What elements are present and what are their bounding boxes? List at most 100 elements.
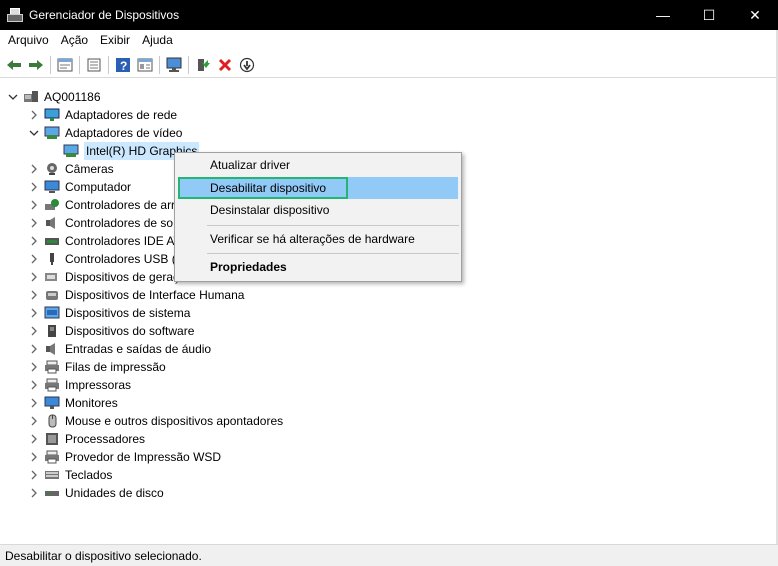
- title-bar: Gerenciador de Dispositivos — ☐ ✕: [0, 0, 778, 30]
- ctx-scan-hardware[interactable]: Verificar se há alterações de hardware: [178, 228, 458, 250]
- maximize-button[interactable]: ☐: [686, 0, 732, 30]
- tree-item-cameras[interactable]: Câmeras: [28, 160, 114, 178]
- tree-root-label: AQ001186: [44, 90, 101, 104]
- forward-icon[interactable]: [25, 54, 47, 76]
- tree-item-filas-de-impressao[interactable]: Filas de impressão: [28, 358, 166, 376]
- update-driver-icon[interactable]: [192, 54, 214, 76]
- chevron-right-icon[interactable]: [28, 109, 40, 121]
- tree-item-label: Mouse e outros dispositivos apontadores: [65, 414, 284, 428]
- sound-controller-icon: [44, 216, 60, 230]
- network-icon: [44, 108, 60, 122]
- chevron-right-icon[interactable]: [28, 289, 40, 301]
- keyboard-icon: [44, 468, 60, 482]
- tree-item-dispositivos-do-software[interactable]: Dispositivos do software: [28, 322, 194, 340]
- tree-item-unidades-de-disco[interactable]: Unidades de disco: [28, 484, 164, 502]
- tree-item-dispositivos-de-interface-humana[interactable]: Dispositivos de Interface Humana: [28, 286, 244, 304]
- menu-bar: Arquivo Ação Exibir Ajuda: [0, 30, 778, 51]
- chevron-right-icon[interactable]: [28, 325, 40, 337]
- chevron-down-icon[interactable]: [7, 91, 19, 103]
- tree-item-label: Dispositivos do software: [65, 324, 195, 338]
- tree-item-label: Entradas e saídas de áudio: [65, 342, 212, 356]
- tree-item-entradas-e-saidas-de-audio[interactable]: Entradas e saídas de áudio: [28, 340, 211, 358]
- tree-item-impressoras[interactable]: Impressoras: [28, 376, 131, 394]
- tree-item-mouse-e-outros-dispositivos-apontadores[interactable]: Mouse e outros dispositivos apontadores: [28, 412, 283, 430]
- close-button[interactable]: ✕: [732, 0, 778, 30]
- chevron-right-icon[interactable]: [28, 199, 40, 211]
- audio-icon: [44, 342, 60, 356]
- tree-item-dispositivos-de-gerac[interactable]: Dispositivos de geraç: [28, 268, 179, 286]
- tree-root[interactable]: AQ001186: [7, 88, 101, 106]
- menu-exibir[interactable]: Exibir: [94, 30, 136, 51]
- ctx-uninstall-device-label: Desinstalar dispositivo: [210, 203, 330, 217]
- ctx-update-driver-label: Atualizar driver: [210, 158, 291, 172]
- chevron-right-icon[interactable]: [28, 307, 40, 319]
- chevron-right-icon[interactable]: [28, 235, 40, 247]
- tree-item-label: Câmeras: [65, 162, 114, 176]
- tree-item-adaptadores-de-video[interactable]: Adaptadores de vídeo: [28, 124, 182, 142]
- chevron-right-icon[interactable]: [28, 163, 40, 175]
- tree-item-controladores-de-arr[interactable]: Controladores de arr: [28, 196, 175, 214]
- chevron-right-icon[interactable]: [28, 451, 40, 463]
- chevron-right-icon[interactable]: [28, 361, 40, 373]
- hid-icon: [44, 288, 60, 302]
- chevron-right-icon[interactable]: [28, 433, 40, 445]
- tree-item-controladores-ide-at[interactable]: Controladores IDE AT: [28, 232, 181, 250]
- device-tree: AQ001186 Adaptadores de rede Adaptadores …: [0, 79, 778, 544]
- tree-item-label: Dispositivos de Interface Humana: [65, 288, 245, 302]
- tree-item-computador[interactable]: Computador: [28, 178, 131, 196]
- ctx-disable-device[interactable]: Desabilitar dispositivo: [178, 177, 458, 199]
- svg-text:?: ?: [120, 59, 127, 73]
- tree-item-label: Controladores de so: [65, 216, 174, 230]
- properties-icon[interactable]: [54, 54, 76, 76]
- help-icon[interactable]: ?: [112, 54, 134, 76]
- chevron-right-icon[interactable]: [28, 487, 40, 499]
- tree-item-label: Unidades de disco: [65, 486, 164, 500]
- tree-item-provedor-de-impressao-wsd[interactable]: Provedor de Impressão WSD: [28, 448, 221, 466]
- chevron-right-icon[interactable]: [28, 415, 40, 427]
- tree-item-label: Controladores USB (l: [65, 252, 179, 266]
- chevron-right-icon[interactable]: [28, 397, 40, 409]
- tree-item-label: Adaptadores de rede: [65, 108, 178, 122]
- storage-controller-icon: [44, 198, 60, 212]
- minimize-button[interactable]: —: [640, 0, 686, 30]
- tree-item-teclados[interactable]: Teclados: [28, 466, 112, 484]
- tree-item-label: Computador: [65, 180, 132, 194]
- software-device-icon: [44, 324, 60, 338]
- print-queue-icon: [44, 360, 60, 374]
- chevron-down-icon[interactable]: [28, 127, 40, 139]
- chevron-right-icon[interactable]: [28, 253, 40, 265]
- disable-icon[interactable]: [236, 54, 258, 76]
- show-hidden-icon[interactable]: [83, 54, 105, 76]
- uninstall-icon[interactable]: [214, 54, 236, 76]
- menu-acao[interactable]: Ação: [55, 30, 94, 51]
- monitor-icon[interactable]: [163, 54, 185, 76]
- imaging-icon: [44, 270, 60, 284]
- back-icon[interactable]: [3, 54, 25, 76]
- chevron-right-icon[interactable]: [28, 379, 40, 391]
- chevron-right-icon[interactable]: [28, 181, 40, 193]
- view-icon[interactable]: [134, 54, 156, 76]
- chevron-right-icon[interactable]: [28, 469, 40, 481]
- chevron-right-icon[interactable]: [28, 343, 40, 355]
- device-manager-icon: [7, 7, 23, 23]
- tree-item-label: Dispositivos de geraç: [65, 270, 180, 284]
- ctx-uninstall-device[interactable]: Desinstalar dispositivo: [178, 199, 458, 221]
- toolbar: ?: [0, 52, 778, 78]
- camera-icon: [44, 162, 60, 176]
- tree-item-controladores-usb-l[interactable]: Controladores USB (l: [28, 250, 178, 268]
- chevron-right-icon[interactable]: [28, 271, 40, 283]
- tree-item-label: Impressoras: [65, 378, 132, 392]
- menu-ajuda[interactable]: Ajuda: [136, 30, 179, 51]
- tree-item-monitores[interactable]: Monitores: [28, 394, 118, 412]
- tree-item-controladores-de-so[interactable]: Controladores de so: [28, 214, 173, 232]
- tree-item-processadores[interactable]: Processadores: [28, 430, 145, 448]
- ctx-update-driver[interactable]: Atualizar driver: [178, 154, 458, 176]
- computer-icon: [44, 180, 60, 194]
- tree-item-dispositivos-de-sistema[interactable]: Dispositivos de sistema: [28, 304, 190, 322]
- system-device-icon: [44, 306, 60, 320]
- menu-arquivo[interactable]: Arquivo: [2, 30, 55, 51]
- tree-item-adaptadores-de-rede[interactable]: Adaptadores de rede: [28, 106, 177, 124]
- ctx-properties[interactable]: Propriedades: [178, 256, 458, 278]
- tree-item-label: Controladores de arr: [65, 198, 176, 212]
- chevron-right-icon[interactable]: [28, 217, 40, 229]
